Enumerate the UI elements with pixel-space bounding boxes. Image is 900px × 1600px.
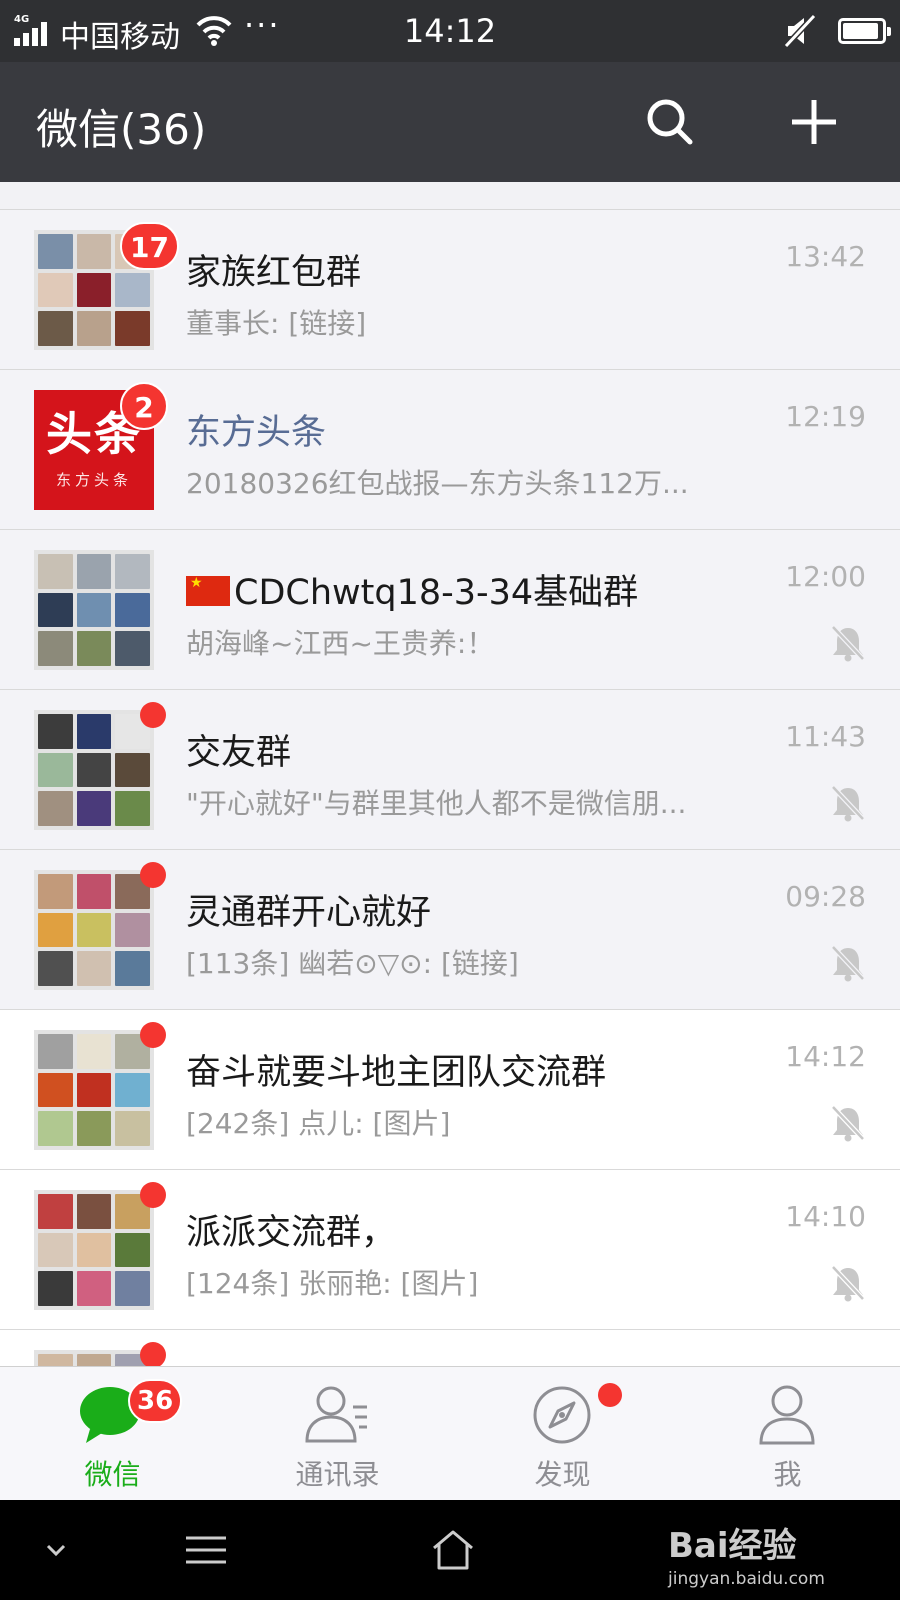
tab-bar: 36 微信 通讯录 发现 我 <box>0 1366 900 1500</box>
logo-subtext: 东方头条 <box>55 470 132 489</box>
chat-preview: 董事长: [链接] <box>186 307 367 340</box>
tab-label: 发现 <box>534 1458 591 1491</box>
chat-row[interactable]: 头条 东方头条 2 东方头条 20180326红包战报—东方头条112万... … <box>0 370 900 530</box>
compass-icon <box>533 1386 591 1444</box>
chat-name: 派派交流群， <box>186 1213 397 1253</box>
chat-name: 交友群 <box>186 733 292 773</box>
tab-contacts[interactable]: 通讯录 <box>225 1367 450 1501</box>
unread-badge: 2 <box>120 382 168 430</box>
group-avatar <box>34 550 154 670</box>
chat-time: 13:42 <box>785 240 866 273</box>
mute-bell-icon <box>831 625 865 662</box>
tab-label: 通讯录 <box>295 1458 380 1491</box>
chat-row[interactable]: 灵通群开心就好 [113条] 幽若⊙▽⊙: [链接] 09:28 <box>0 850 900 1010</box>
unread-dot <box>140 862 166 888</box>
tab-unread-badge: 36 <box>128 1379 183 1423</box>
chat-time: 12:00 <box>785 560 866 593</box>
unread-dot <box>140 1342 166 1366</box>
mute-bell-icon <box>831 1105 865 1142</box>
menu-icon[interactable] <box>184 1526 228 1574</box>
chat-time: 12:19 <box>785 400 866 433</box>
baidu-jingyan-watermark: Bai经验 jingyan.baidu.com <box>668 1518 825 1589</box>
plus-icon[interactable] <box>786 94 842 150</box>
unread-dot <box>140 702 166 728</box>
chat-name: 灵通群开心就好 <box>186 893 432 933</box>
watermark-brand: Bai经验 <box>668 1526 797 1566</box>
tab-label: 微信 <box>84 1458 141 1491</box>
tab-me[interactable]: 我 <box>675 1367 900 1501</box>
chat-preview: 20180326红包战报—东方头条112万... <box>186 467 689 500</box>
chat-row[interactable]: 17 家族红包群 董事长: [链接] 13:42 <box>0 210 900 370</box>
mute-bell-icon <box>831 1265 865 1302</box>
chevron-down-icon[interactable] <box>40 1526 72 1574</box>
chat-preview: [242条] 点儿: [图片] <box>186 1107 451 1140</box>
chat-time: 14:12 <box>785 1040 866 1073</box>
chat-name: 奋斗就要斗地主团队交流群 <box>186 1053 607 1093</box>
search-icon[interactable] <box>642 94 698 150</box>
chat-preview: [124条] 张丽艳: [图片] <box>186 1267 479 1300</box>
silent-mode-icon <box>784 14 816 48</box>
watermark-url: jingyan.baidu.com <box>668 1569 825 1589</box>
contacts-icon <box>305 1386 367 1443</box>
chat-name: CDChwtq18-3-34基础群 <box>186 564 638 615</box>
status-bar: 4G 中国移动 ··· 14:12 <box>0 0 900 62</box>
person-icon <box>759 1385 815 1445</box>
chat-preview: "开心就好"与群里其他人都不是微信朋... <box>186 787 687 820</box>
chat-row-partial[interactable] <box>0 1330 900 1366</box>
chat-name: 家族红包群 <box>186 253 362 293</box>
home-icon[interactable] <box>430 1526 476 1574</box>
battery-icon <box>838 18 891 44</box>
status-time: 14:12 <box>403 12 497 50</box>
app-header: 微信(36) <box>0 62 900 182</box>
chat-list[interactable]: 17 家族红包群 董事长: [链接] 13:42 头条 东方头条 2 东方头条 … <box>0 182 900 1366</box>
chat-time: 09:28 <box>785 880 866 913</box>
chat-row[interactable]: 奋斗就要斗地主团队交流群 [242条] 点儿: [图片] 14:12 <box>0 1010 900 1170</box>
chat-name-text: CDChwtq18-3-34基础群 <box>234 573 639 613</box>
china-flag-icon <box>186 576 230 606</box>
group-avatar <box>34 1190 154 1310</box>
chat-time: 11:43 <box>785 720 866 753</box>
group-avatar <box>34 710 154 830</box>
mute-bell-icon <box>831 785 865 822</box>
group-avatar <box>34 1030 154 1150</box>
chat-time: 14:10 <box>785 1200 866 1233</box>
system-nav-bar: Bai经验 jingyan.baidu.com <box>0 1500 900 1600</box>
list-top-spacer <box>0 182 900 210</box>
battery-level <box>843 23 878 39</box>
chat-name: 东方头条 <box>186 413 327 453</box>
chat-row[interactable]: CDChwtq18-3-34基础群 胡海峰~江西~王贵养:！ 12:00 <box>0 530 900 690</box>
chat-row[interactable]: 派派交流群， [124条] 张丽艳: [图片] 14:10 <box>0 1170 900 1330</box>
mute-bell-icon <box>831 945 865 982</box>
page-title: 微信(36) <box>36 105 207 154</box>
chat-row[interactable]: 交友群 "开心就好"与群里其他人都不是微信朋... 11:43 <box>0 690 900 850</box>
unread-dot <box>140 1182 166 1208</box>
unread-dot <box>140 1022 166 1048</box>
unread-badge: 17 <box>120 222 179 270</box>
tab-discover[interactable]: 发现 <box>450 1367 675 1501</box>
tab-unread-dot <box>598 1383 622 1407</box>
group-avatar <box>34 1350 154 1366</box>
tab-label: 我 <box>773 1458 802 1491</box>
chat-preview: 胡海峰~江西~王贵养:！ <box>186 627 495 660</box>
group-avatar <box>34 870 154 990</box>
chat-preview: [113条] 幽若⊙▽⊙: [链接] <box>186 947 519 980</box>
tab-chats[interactable]: 36 微信 <box>0 1367 225 1501</box>
